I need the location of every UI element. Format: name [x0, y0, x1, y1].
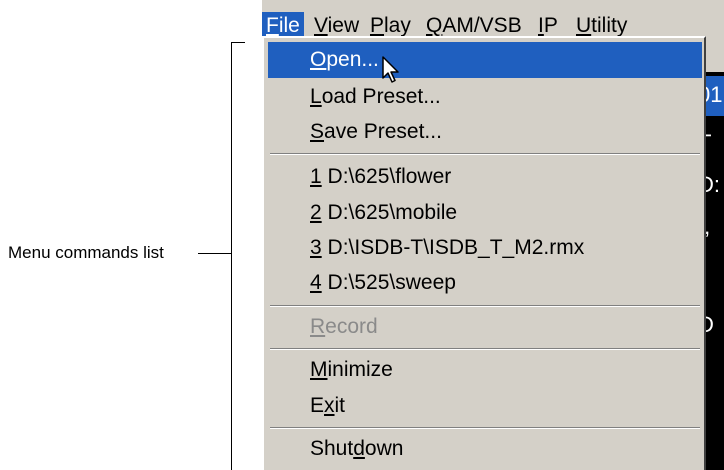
label-text: ecord — [325, 315, 378, 338]
mnemonic: F — [266, 14, 279, 37]
menu-label: ile — [278, 14, 300, 37]
label-text: it — [334, 394, 346, 417]
mnemonic: S — [310, 120, 325, 143]
menu-item-save-preset[interactable]: Save Preset... — [268, 114, 702, 150]
mnemonic: V — [314, 14, 328, 37]
menu-label: tility — [591, 14, 628, 37]
mnemonic: R — [310, 315, 326, 338]
mnemonic: L — [310, 85, 322, 108]
menu-separator — [270, 305, 700, 307]
menu-item-record: Record — [268, 309, 702, 345]
label-text: D:\625\mobile — [321, 201, 458, 224]
callout-bracket-line — [231, 42, 232, 470]
menu-separator — [270, 153, 700, 155]
menu-item-label: Open... — [310, 48, 379, 72]
label-text: inimize — [327, 358, 393, 381]
menu-item-recent-1[interactable]: 1 D:\625\flower — [268, 159, 702, 195]
menu-item-recent-2[interactable]: 2 D:\625\mobile — [268, 195, 702, 231]
mnemonic: U — [576, 14, 592, 37]
file-dropdown-menu: Open... Load Preset... Save Preset... 1 … — [262, 36, 706, 470]
mnemonic: 3 — [310, 236, 322, 259]
menu-label: iew — [327, 14, 360, 37]
menu-label: lay — [384, 14, 411, 37]
label-text: D:\525\sweep — [321, 271, 456, 294]
menu-item-shutdown[interactable]: Shutdown — [268, 431, 702, 467]
menu-separator — [270, 427, 700, 429]
label-text: pen... — [326, 48, 379, 71]
menu-separator — [270, 348, 700, 350]
mnemonic: 4 — [310, 271, 322, 294]
menu-item-label: Record — [310, 315, 378, 339]
label-text: oad Preset... — [321, 85, 441, 108]
mnemonic: M — [310, 358, 328, 381]
mnemonic: x — [324, 394, 335, 417]
menu-item-label: Minimize — [310, 358, 393, 382]
mnemonic: P — [370, 14, 385, 37]
menu-item-label: Exit — [310, 394, 345, 418]
menu-label: P — [543, 14, 558, 37]
mnemonic: 1 — [310, 165, 322, 188]
menu-item-open[interactable]: Open... — [268, 42, 702, 78]
label-text: own — [364, 437, 404, 460]
mnemonic: 2 — [310, 201, 322, 224]
menu-item-exit[interactable]: Exit — [268, 388, 702, 424]
menu-item-label: Shutdown — [310, 437, 403, 461]
label-text: ave Preset... — [324, 120, 442, 143]
callout-bracket-top — [231, 42, 245, 43]
mnemonic: d — [353, 437, 365, 460]
label-prefix: E — [310, 394, 325, 417]
menu-item-label: Load Preset... — [310, 85, 441, 109]
menu-item-load-preset[interactable]: Load Preset... — [268, 79, 702, 115]
mnemonic: Q — [426, 14, 443, 37]
menu-item-label: 2 D:\625\mobile — [310, 201, 457, 225]
menu-label: AM/VSB — [442, 14, 522, 37]
label-text: D:\625\flower — [321, 165, 452, 188]
menu-item-recent-4[interactable]: 4 D:\525\sweep — [268, 265, 702, 301]
menu-item-minimize[interactable]: Minimize — [268, 352, 702, 388]
mnemonic: O — [310, 48, 327, 71]
menu-item-label: 4 D:\525\sweep — [310, 271, 456, 295]
callout-label: Menu commands list — [8, 243, 164, 262]
callout-leader-line — [198, 253, 231, 254]
menu-item-recent-3[interactable]: 3 D:\ISDB-T\ISDB_T_M2.rmx — [268, 230, 702, 266]
label-prefix: Shut — [310, 437, 354, 460]
menu-item-label: 3 D:\ISDB-T\ISDB_T_M2.rmx — [310, 236, 584, 260]
arrow-pointer-icon — [382, 56, 399, 83]
menu-item-label: Save Preset... — [310, 120, 442, 144]
label-text: D:\ISDB-T\ISDB_T_M2.rmx — [321, 236, 585, 259]
menu-item-label: 1 D:\625\flower — [310, 165, 451, 189]
